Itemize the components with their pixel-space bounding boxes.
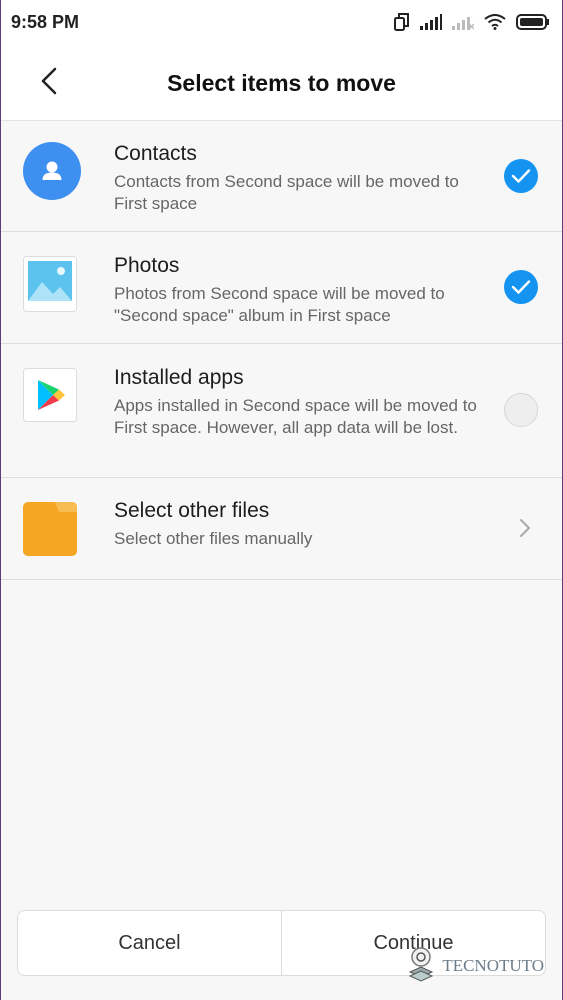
battery-icon — [516, 14, 549, 30]
play-store-icon — [23, 368, 77, 427]
signal-icon — [420, 14, 442, 30]
cancel-button[interactable]: Cancel — [18, 911, 281, 975]
status-icons — [394, 13, 550, 31]
item-description: Photos from Second space will be moved t… — [114, 284, 445, 325]
checkbox-photos[interactable] — [504, 270, 538, 304]
checkmark-icon — [511, 280, 531, 294]
item-description: Apps installed in Second space will be m… — [114, 396, 477, 437]
watermark: TECNOTUTO — [406, 946, 544, 986]
watermark-text: TECNOTUTO — [442, 956, 544, 975]
item-description: Contacts from Second space will be moved… — [114, 172, 459, 213]
item-text: Select other files Select other files ma… — [114, 498, 492, 550]
item-title: Photos — [114, 254, 180, 277]
list-item-select-other-files[interactable]: Select other files Select other files ma… — [1, 478, 562, 580]
status-time: 9:58 PM — [11, 11, 80, 32]
items-list: Contacts Contacts from Second space will… — [1, 121, 562, 580]
checkbox-contacts[interactable] — [504, 159, 538, 193]
checkmark-icon — [511, 169, 531, 183]
chevron-right-icon — [520, 519, 530, 537]
list-item-contacts[interactable]: Contacts Contacts from Second space will… — [1, 121, 562, 232]
item-title: Installed apps — [114, 366, 244, 389]
item-text: Photos Photos from Second space will be … — [114, 253, 492, 327]
item-text: Installed apps Apps installed in Second … — [114, 365, 492, 439]
item-text: Contacts Contacts from Second space will… — [114, 141, 492, 215]
dual-sim-icon — [394, 13, 409, 31]
contacts-icon — [23, 142, 81, 205]
photos-icon — [23, 256, 77, 317]
checkbox-installed-apps[interactable] — [504, 393, 538, 427]
folder-icon — [23, 502, 77, 561]
watermark-logo-icon — [409, 947, 434, 982]
list-item-installed-apps[interactable]: Installed apps Apps installed in Second … — [1, 344, 562, 478]
signal-weak-icon — [452, 17, 474, 30]
page-title: Select items to move — [167, 70, 396, 96]
item-description: Select other files manually — [114, 529, 313, 548]
header: Select items to move — [1, 44, 562, 121]
item-title: Select other files — [114, 499, 270, 522]
item-title: Contacts — [114, 142, 197, 165]
wifi-icon — [484, 14, 506, 30]
status-bar: 9:58 PM — [1, 0, 562, 44]
list-item-photos[interactable]: Photos Photos from Second space will be … — [1, 232, 562, 344]
